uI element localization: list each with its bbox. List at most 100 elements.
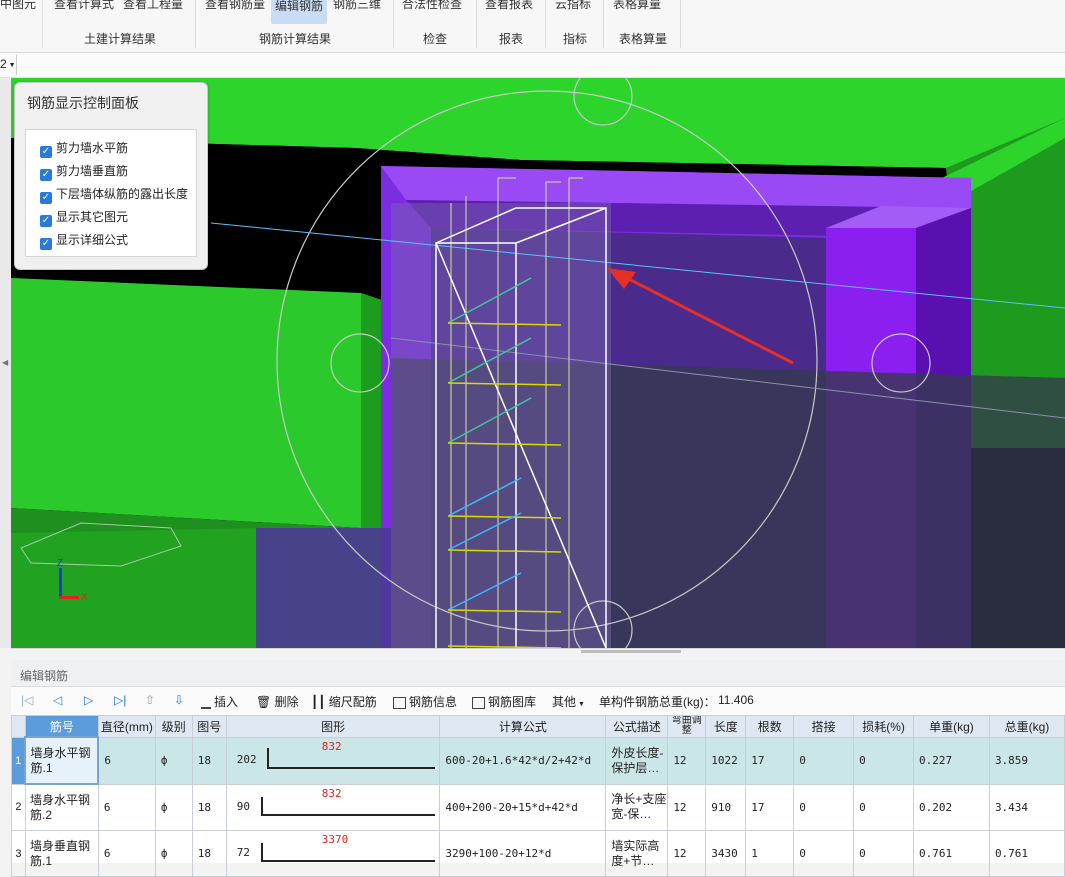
cell-figure-no[interactable]: 18 [191, 736, 227, 785]
cell-lap[interactable]: 0 [793, 736, 855, 785]
header-lap[interactable]: 搭接 [793, 715, 855, 738]
chevron-down-icon: ▼ [576, 701, 585, 708]
ribbon-btn-view-report[interactable]: 查看报表 [485, 0, 533, 14]
cell-lap[interactable]: 0 [793, 783, 855, 831]
header-figure-no[interactable]: 图号 [191, 715, 227, 738]
ribbon-btn-edit-rebar[interactable]: 编辑钢筋 [271, 0, 328, 24]
checkbox-checked-icon[interactable]: ✓ [40, 238, 52, 250]
cell-formula-desc[interactable]: 净长+支座宽-保… [605, 783, 669, 831]
ribbon-btn-view-formula[interactable]: 查看计算式 [54, 0, 114, 14]
ribbon-btn-view-quantity[interactable]: 查看工程量 [123, 0, 183, 14]
cell-shape[interactable]: 202 832 [225, 736, 441, 785]
rebar-info-button[interactable]: 钢筋信息 [393, 693, 457, 710]
move-down-icon[interactable]: ⇩ [174, 693, 184, 707]
cell-loss[interactable]: 0 [853, 830, 915, 877]
ribbon-btn-cloud-index[interactable]: 云指标 [555, 0, 591, 14]
z-axis-bar [59, 568, 62, 598]
rebar-display-control-panel: 钢筋显示控制面板 ✓ 剪力墙水平筋 ✓ 剪力墙垂直筋 ✓ 下层墙体纵筋的露出长度 ✓ 显… [14, 82, 208, 270]
move-up-icon[interactable]: ⇧ [145, 693, 155, 707]
header-diameter[interactable]: 直径(mm) [97, 715, 156, 738]
cell-bar-name[interactable]: 墙身垂直钢筋.1 [24, 830, 99, 877]
cell-formula-desc[interactable]: 墙实际高度+节… [605, 830, 669, 877]
cell-grade[interactable]: ф [154, 830, 193, 877]
table-row[interactable]: 1 墙身水平钢筋.1 6 ф 18 202 832 600-20+1.6*42*… [11, 736, 1065, 785]
cell-formula[interactable]: 3290+100-20+12*d [439, 830, 607, 877]
header-length[interactable]: 长度 [705, 715, 747, 738]
cell-figure-no[interactable]: 18 [191, 830, 227, 877]
shape-left-length: 202 [236, 752, 257, 766]
ribbon-btn-view-rebar[interactable]: 查看钢筋量 [205, 0, 265, 14]
cell-formula[interactable]: 400+200-20+15*d+42*d [439, 783, 607, 831]
cell-count[interactable]: 17 [745, 783, 795, 831]
delete-button[interactable]: 🗑 删除 [256, 693, 299, 710]
option-show-other-elements[interactable]: ✓ 显示其它图元 [40, 208, 128, 227]
header-formula[interactable]: 计算公式 [439, 715, 607, 738]
cell-loss[interactable]: 0 [853, 783, 915, 831]
shape-drawing: 202 832 [227, 738, 439, 783]
scale-rebar-button[interactable]: ┃┃ 缩尺配筋 [311, 693, 377, 710]
other-dropdown[interactable]: 其他 ▼ [552, 693, 585, 710]
header-bend-adjust[interactable]: 弯曲调整 [667, 715, 707, 738]
control-panel-options: ✓ 剪力墙水平筋 ✓ 剪力墙垂直筋 ✓ 下层墙体纵筋的露出长度 ✓ 显示其它图元 ✓ 显示… [25, 129, 197, 257]
last-record-icon[interactable]: ▷| [114, 693, 126, 707]
ribbon-btn-element[interactable]: 中图元 [0, 0, 36, 14]
cell-length[interactable]: 1022 [705, 736, 747, 785]
checkbox-checked-icon[interactable]: ✓ [40, 192, 52, 204]
cell-bar-name[interactable]: 墙身水平钢筋.1 [24, 736, 100, 785]
cell-bend-adjust[interactable]: 12 [667, 736, 707, 785]
purple-lower-left [256, 528, 391, 648]
cell-grade[interactable]: ф [154, 783, 193, 831]
splitter-handle[interactable] [581, 650, 681, 653]
cell-length[interactable]: 910 [705, 783, 747, 831]
cell-count[interactable]: 1 [745, 830, 795, 877]
header-loss[interactable]: 损耗(%) [853, 715, 915, 738]
cell-bend-adjust[interactable]: 12 [667, 830, 707, 877]
option-shear-wall-horizontal[interactable]: ✓ 剪力墙水平筋 [40, 139, 128, 158]
cell-diameter[interactable]: 6 [97, 736, 156, 785]
first-record-icon[interactable]: |◁ [21, 693, 33, 707]
header-bar-no[interactable]: 筋号 [24, 715, 99, 738]
table-row[interactable]: 2 墙身水平钢筋.2 6 ф 18 90 832 400+200-20+15*d… [11, 783, 1065, 831]
ribbon-btn-table-calc[interactable]: 表格算量 [613, 0, 661, 14]
prev-record-icon[interactable]: ◁ [53, 693, 62, 707]
checkbox-checked-icon[interactable]: ✓ [40, 215, 52, 227]
floor-dropdown[interactable]: 2 ▼ [0, 57, 16, 71]
collapse-arrow-icon[interactable]: ◀ [2, 358, 8, 367]
control-panel-title: 钢筋显示控制面板 [27, 95, 139, 111]
header-unit-weight[interactable]: 单重(kg) [913, 715, 990, 738]
cell-loss[interactable]: 0 [853, 736, 915, 785]
rebar-editor-title: 编辑钢筋 [20, 669, 69, 683]
table-row[interactable]: 3 墙身垂直钢筋.1 6 ф 18 72 3370 3290+100-20+12… [11, 830, 1065, 877]
header-count[interactable]: 根数 [745, 715, 795, 738]
cell-diameter[interactable]: 6 [97, 783, 156, 831]
cell-formula-desc[interactable]: 外皮长度-保护层… [605, 736, 669, 785]
cell-shape[interactable]: 90 832 [225, 783, 441, 831]
cell-bend-adjust[interactable]: 12 [667, 783, 707, 831]
next-record-icon[interactable]: ▷ [84, 693, 93, 707]
header-grade[interactable]: 级别 [154, 715, 193, 738]
rebar-library-button[interactable]: 钢筋图库 [472, 693, 536, 710]
cell-unit-weight: 0.761 [913, 830, 990, 877]
checkbox-checked-icon[interactable]: ✓ [40, 146, 52, 158]
cell-count[interactable]: 17 [745, 736, 795, 785]
ribbon-separator [476, 0, 477, 48]
ribbon-btn-rebar-3d[interactable]: 钢筋三维 [333, 0, 381, 14]
cell-formula[interactable]: 600-20+1.6*42*d/2+42*d [439, 736, 607, 785]
option-show-detailed-formula[interactable]: ✓ 显示详细公式 [40, 231, 128, 250]
cell-shape[interactable]: 72 3370 [225, 830, 441, 877]
ribbon-btn-validity-check[interactable]: 合法性检查 [402, 0, 462, 14]
checkbox-checked-icon[interactable]: ✓ [40, 169, 52, 181]
option-shear-wall-vertical[interactable]: ✓ 剪力墙垂直筋 [40, 162, 128, 181]
option-lower-wall-exposure[interactable]: ✓ 下层墙体纵筋的露出长度 [40, 185, 188, 204]
cell-grade[interactable]: ф [154, 736, 193, 785]
cell-length[interactable]: 3430 [705, 830, 747, 877]
cell-diameter[interactable]: 6 [97, 830, 156, 877]
header-formula-desc[interactable]: 公式描述 [605, 715, 669, 738]
cell-lap[interactable]: 0 [793, 830, 855, 877]
insert-button[interactable]: 插入 [201, 693, 238, 710]
chevron-down-icon: ▼ [6, 62, 16, 69]
header-shape[interactable]: 图形 [225, 715, 441, 738]
cell-bar-name[interactable]: 墙身水平钢筋.2 [24, 783, 99, 831]
header-total-weight[interactable]: 总重(kg) [988, 715, 1065, 738]
cell-figure-no[interactable]: 18 [191, 783, 227, 831]
